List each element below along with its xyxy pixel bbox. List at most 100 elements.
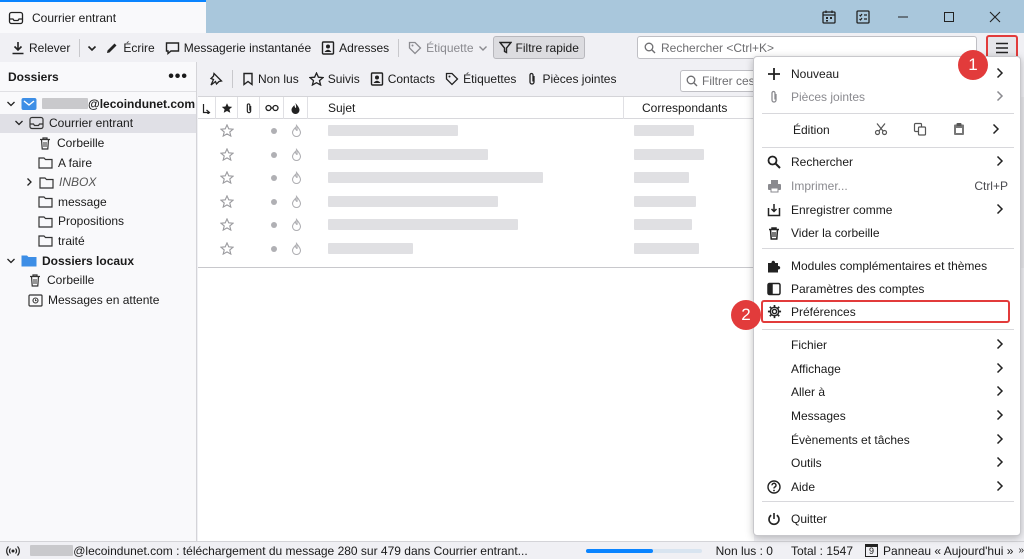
read-dot-icon[interactable] (271, 128, 277, 134)
write-button[interactable]: Écrire (100, 36, 159, 59)
star-icon[interactable] (220, 124, 234, 137)
local-folders-row[interactable]: Dossiers locaux (0, 251, 196, 271)
chevron-right-icon (996, 362, 1004, 374)
get-messages-dropdown[interactable] (84, 36, 100, 59)
attachment-column-icon[interactable] (238, 97, 260, 119)
scissors-icon[interactable] (874, 122, 888, 136)
junk-icon[interactable] (291, 147, 302, 161)
table-row[interactable] (198, 166, 754, 190)
menu-item-events-tasks[interactable]: Évènements et tâches (754, 428, 1022, 451)
menu-item-account-settings[interactable]: Paramètres des comptes (754, 277, 1022, 300)
minimize-button[interactable] (880, 0, 926, 33)
table-row[interactable] (198, 213, 754, 237)
chevron-right-icon (996, 67, 1004, 79)
quick-filter-input[interactable]: Filtrer ces messages (680, 70, 754, 92)
menu-icon-spacer (766, 408, 782, 424)
menu-item-help[interactable]: Aide (754, 475, 1022, 498)
tag-button[interactable]: Étiquette (403, 36, 492, 59)
maximize-button[interactable] (926, 0, 972, 33)
menu-item-print[interactable]: Imprimer... Ctrl+P (754, 174, 1022, 197)
folder-trash[interactable]: Corbeille (0, 133, 196, 153)
filter-contacts-button[interactable]: Contacts (365, 68, 440, 91)
junk-icon[interactable] (291, 124, 302, 137)
menu-item-empty-trash[interactable]: Vider la corbeille (754, 221, 1022, 244)
menu-label: Fichier (791, 337, 828, 352)
menu-label: Modules complémentaires et thèmes (791, 258, 988, 273)
folder-inbox-imap[interactable]: INBOX (0, 172, 196, 192)
star-icon[interactable] (220, 218, 234, 231)
menu-item-go[interactable]: Aller à (754, 380, 1022, 403)
menu-item-save-as[interactable]: Enregistrer comme (754, 198, 1022, 221)
filter-tags-button[interactable]: Étiquettes (440, 68, 521, 91)
folder-label: Corbeille (57, 135, 105, 150)
filter-unread-button[interactable]: Non lus (237, 68, 304, 91)
table-row[interactable] (198, 190, 754, 214)
folder-traite[interactable]: traité (0, 231, 196, 251)
app-menu: Nouveau Pièces jointes Édition Recherche… (753, 56, 1021, 536)
account-row[interactable]: @lecoindunet.com (0, 94, 196, 114)
star-icon[interactable] (220, 147, 234, 161)
menu-item-tools[interactable]: Outils (754, 451, 1022, 474)
folder-inbox[interactable]: Courrier entrant (0, 113, 196, 134)
thread-column-icon[interactable] (198, 97, 216, 119)
sticky-filter-button[interactable] (204, 68, 228, 91)
read-status-column-icon[interactable] (260, 97, 284, 119)
menu-item-search[interactable]: Rechercher (754, 150, 1022, 173)
junk-icon[interactable] (291, 171, 302, 184)
menu-item-attachments[interactable]: Pièces jointes (754, 85, 1022, 108)
calendar-icon[interactable] (812, 0, 846, 33)
menu-item-file[interactable]: Fichier (754, 333, 1022, 356)
hamburger-icon (995, 42, 1009, 54)
filter-contacts-label: Contacts (387, 72, 436, 86)
more-options-icon[interactable]: ••• (168, 68, 188, 86)
star-icon[interactable] (220, 241, 234, 255)
folder-propositions[interactable]: Propositions (0, 212, 196, 232)
menu-label: Aller à (791, 384, 826, 399)
local-folder-trash[interactable]: Corbeille (0, 270, 196, 290)
read-dot-icon[interactable] (271, 198, 277, 205)
menu-label: Rechercher (791, 154, 854, 169)
filter-attachments-button[interactable]: Pièces jointes (521, 68, 621, 91)
junk-column-icon[interactable] (284, 97, 308, 119)
get-messages-button[interactable]: Relever (6, 36, 75, 59)
filter-starred-button[interactable]: Suivis (304, 68, 365, 91)
subject-column-header[interactable]: Sujet (308, 97, 624, 119)
menu-item-addons[interactable]: Modules complémentaires et thèmes (754, 254, 1022, 277)
read-dot-icon[interactable] (271, 175, 277, 181)
close-button[interactable] (972, 0, 1018, 33)
menu-item-view[interactable]: Affichage (754, 357, 1022, 380)
correspondents-column-header[interactable]: Correspondants (624, 97, 754, 119)
quick-filter-button[interactable]: Filtre rapide (492, 36, 585, 59)
tab-inbox[interactable]: Courrier entrant (0, 0, 206, 33)
total-count: Total : 1547 (790, 543, 854, 558)
chevron-right-icon[interactable] (992, 123, 1000, 135)
table-row[interactable] (198, 119, 754, 143)
menu-item-quit[interactable]: Quitter (754, 507, 1022, 530)
today-pane-toggle[interactable]: 9 Panneau « Aujourd'hui » » (865, 544, 1024, 558)
menu-item-messages[interactable]: Messages (754, 404, 1022, 427)
star-icon[interactable] (220, 194, 234, 208)
junk-icon[interactable] (291, 218, 302, 231)
chevron-right-icon (996, 480, 1004, 492)
local-folder-outbox[interactable]: Messages en attente (0, 290, 196, 310)
address-book-button[interactable]: Adresses (316, 36, 394, 59)
copy-icon[interactable] (913, 122, 927, 136)
menu-item-preferences[interactable]: Préférences (761, 300, 1010, 323)
activity-icon[interactable] (6, 545, 20, 557)
table-row[interactable] (198, 143, 754, 167)
star-column-icon[interactable] (216, 97, 238, 119)
menu-label: Quitter (791, 511, 828, 526)
star-icon[interactable] (220, 171, 234, 184)
paste-icon[interactable] (952, 122, 966, 136)
tasks-icon[interactable] (846, 0, 880, 33)
junk-icon[interactable] (291, 194, 302, 208)
folder-a-faire[interactable]: A faire (0, 153, 196, 173)
read-dot-icon[interactable] (271, 222, 277, 228)
read-dot-icon[interactable] (271, 245, 277, 252)
table-row[interactable] (198, 237, 754, 261)
read-dot-icon[interactable] (271, 151, 277, 158)
chat-button[interactable]: Messagerie instantanée (160, 36, 316, 59)
folder-message[interactable]: message (0, 192, 196, 212)
correspondent-redacted (634, 242, 699, 254)
junk-icon[interactable] (291, 241, 302, 255)
